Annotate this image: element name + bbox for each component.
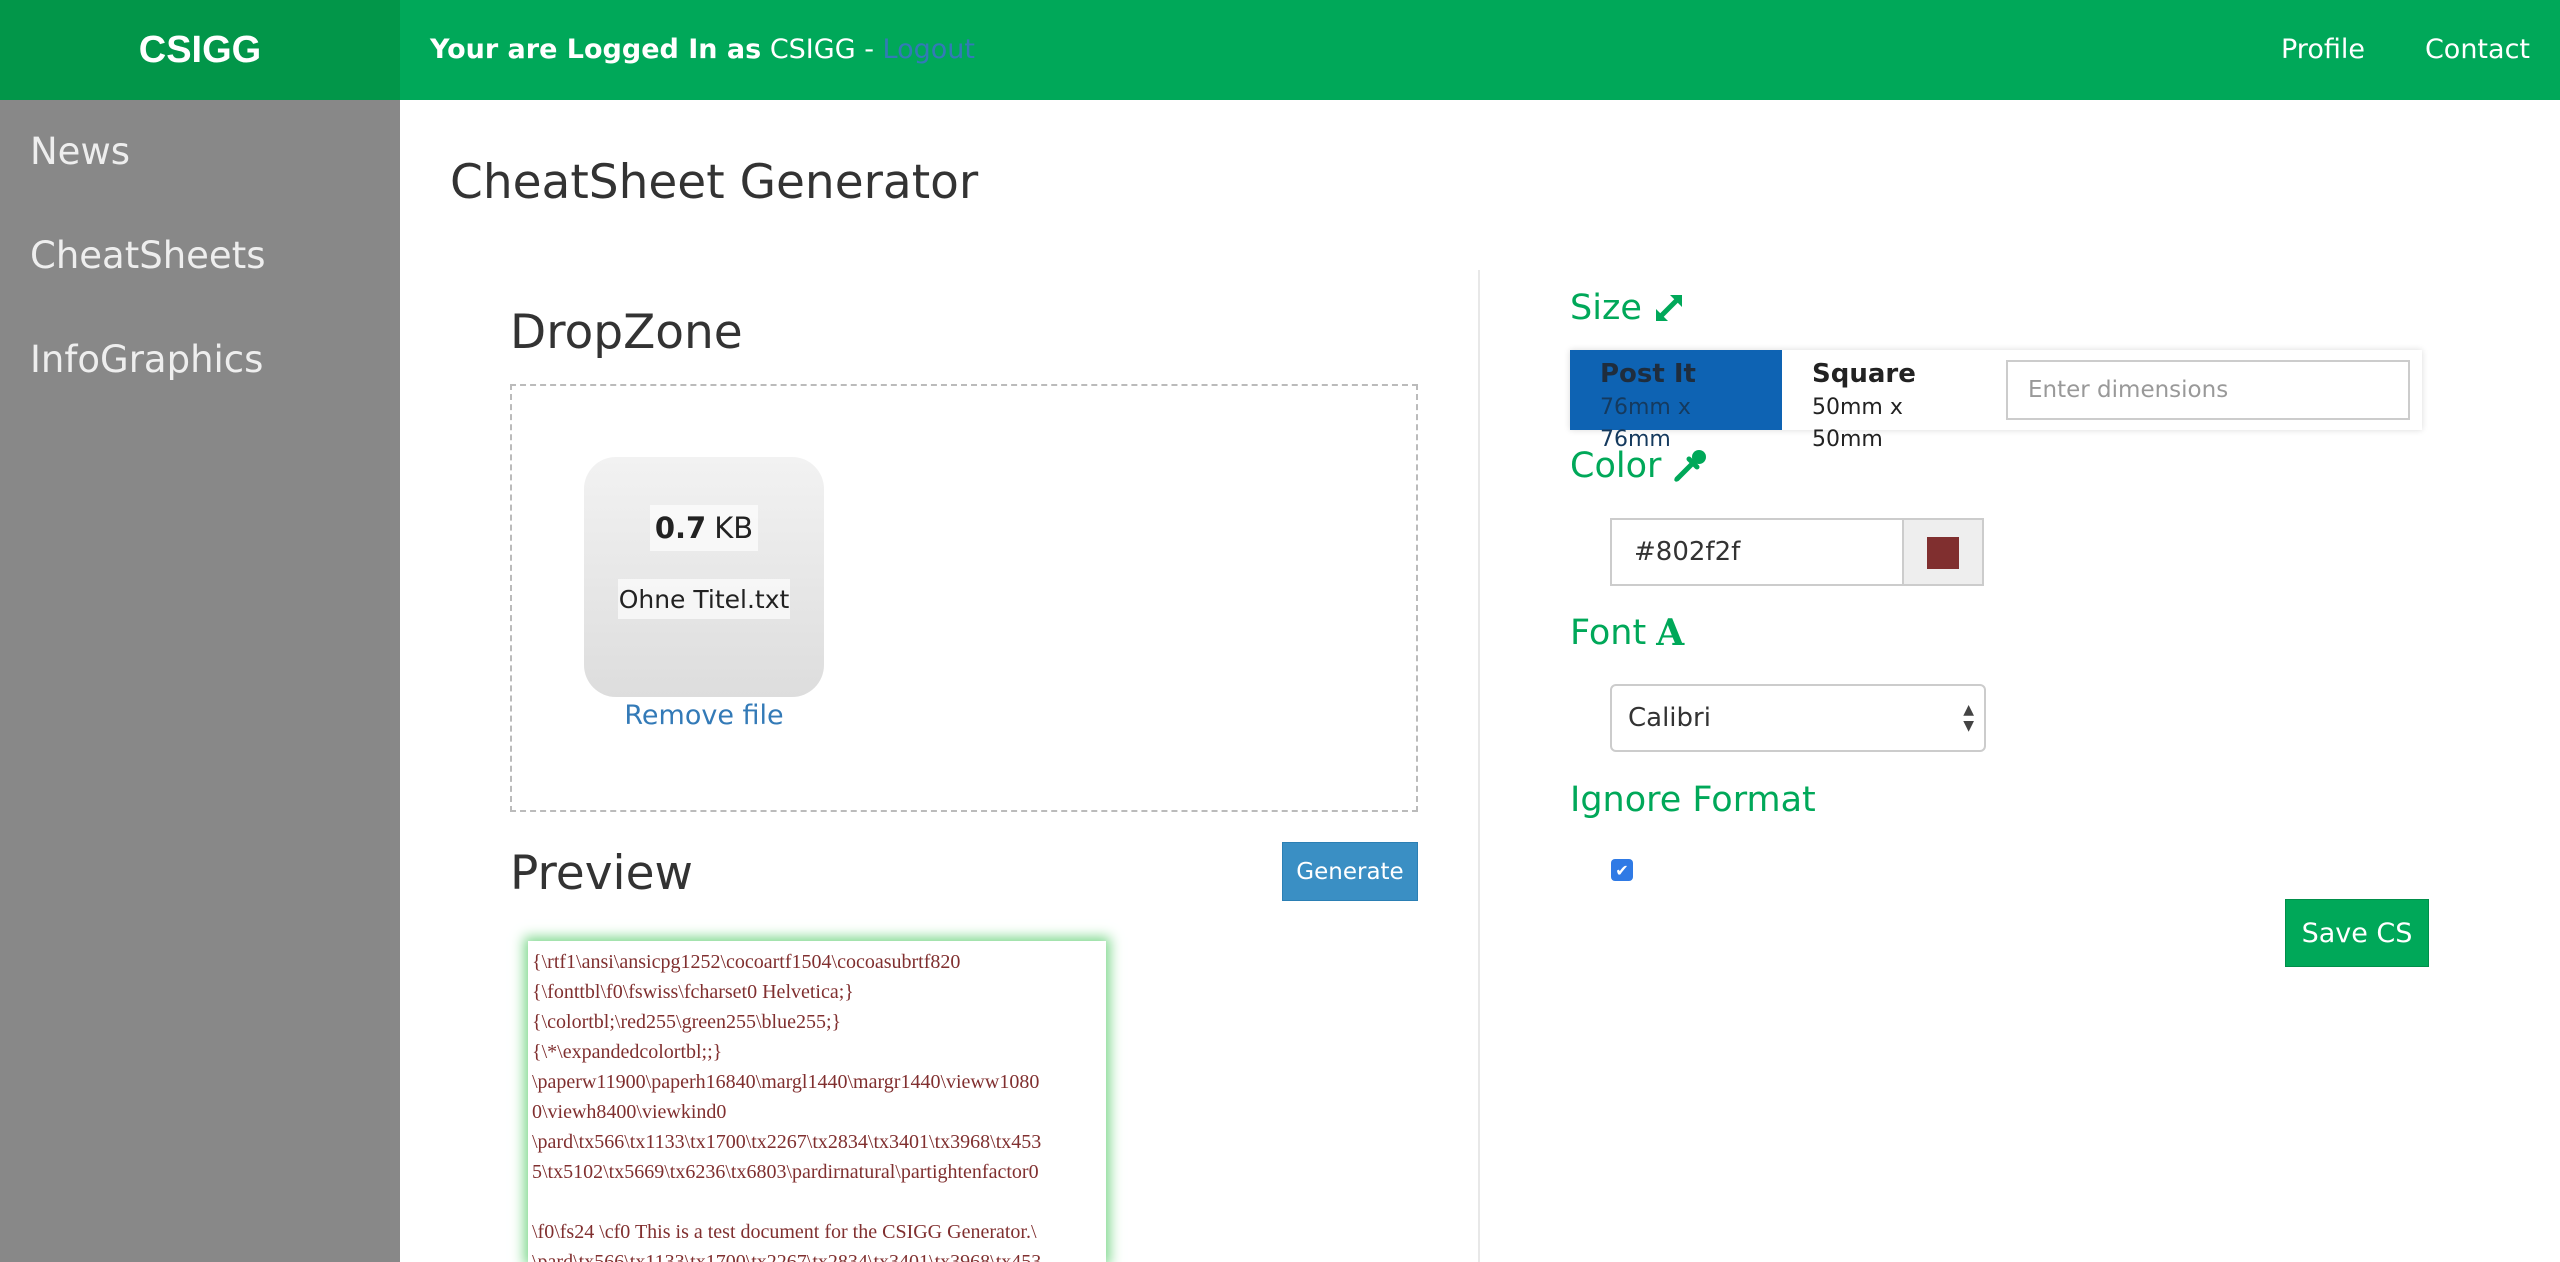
font-label-text: Font: [1570, 613, 1647, 653]
preview-box: {\rtf1\ansi\ansicpg1252\cocoartf1504\coc…: [528, 941, 1106, 1262]
color-picker-button[interactable]: [1902, 518, 1984, 586]
eyedropper-icon: [1674, 450, 1707, 483]
size-label-text: Size: [1570, 288, 1642, 328]
file-preview-card: [584, 457, 824, 697]
login-status: Your are Logged In as CSIGG - Logout: [430, 30, 975, 70]
preview-line: \f0\fs24 \cf0 This is a test document fo…: [532, 1221, 1037, 1243]
preview-line: \paperw11900\paperh16840\margl1440\margr…: [532, 1071, 1040, 1093]
preview-line: {\rtf1\ansi\ansicpg1252\cocoartf1504\coc…: [532, 951, 961, 973]
logout-link[interactable]: Logout: [883, 34, 975, 65]
generate-button[interactable]: Generate: [1282, 842, 1418, 901]
ignore-format-checkbox[interactable]: ✔: [1611, 859, 1633, 881]
color-hex-input[interactable]: #802f2f: [1610, 518, 1902, 586]
size-option-title: Post It: [1600, 359, 1696, 389]
color-label: Color: [1570, 446, 1709, 486]
save-cs-button[interactable]: Save CS: [2285, 899, 2429, 967]
font-select[interactable]: Calibri ▲ ▼: [1610, 684, 1986, 752]
dropzone-heading: DropZone: [510, 305, 743, 360]
font-icon: A: [1656, 612, 1685, 654]
color-label-text: Color: [1570, 446, 1662, 486]
expand-arrows-icon: [1655, 295, 1682, 321]
color-swatch: [1927, 537, 1959, 569]
preview-line: 0\viewh8400\viewkind0: [532, 1101, 727, 1123]
font-label: Font A: [1570, 612, 1684, 654]
top-nav-links: Profile Contact: [2281, 30, 2530, 70]
ignore-format-label-text: Ignore Format: [1570, 780, 1816, 820]
preview-line: \pard\tx566\tx1133\tx1700\tx2267\tx2834\…: [532, 1251, 1042, 1262]
file-size-unit: KB: [714, 511, 754, 545]
sidebar-item-cheatsheets[interactable]: CheatSheets: [30, 234, 265, 277]
column-divider: [1478, 270, 1480, 1262]
remove-file-link[interactable]: Remove file: [584, 700, 824, 731]
file-size: 0.7 KB: [650, 505, 758, 551]
sidebar: News CheatSheets InfoGraphics: [0, 100, 400, 1262]
page-title: CheatSheet Generator: [450, 155, 979, 210]
ignore-format-label: Ignore Format: [1570, 780, 1816, 820]
file-name: Ohne Titel.txt: [618, 579, 790, 619]
username: CSIGG -: [769, 34, 874, 65]
preview-line: {\*\expandedcolortbl;;}: [532, 1041, 723, 1063]
preview-line: {\colortbl;\red255\green255\blue255;}: [532, 1011, 842, 1033]
login-status-prefix: Your are Logged In as: [430, 34, 762, 65]
checkmark-icon: ✔: [1615, 860, 1629, 880]
preview-line: [532, 1187, 1102, 1217]
size-label: Size: [1570, 288, 1686, 328]
size-option-post-it[interactable]: Post It 76mm x 76mm: [1570, 350, 1782, 452]
preview-line: 5\tx5102\tx5669\tx6236\tx6803\pardirnatu…: [532, 1161, 1039, 1183]
preview-line: {\fonttbl\f0\fswiss\fcharset0 Helvetica;…: [532, 981, 854, 1003]
size-option-title: Square: [1812, 359, 1916, 389]
preview-line: \pard\tx566\tx1133\tx1700\tx2267\tx2834\…: [532, 1131, 1042, 1153]
dimensions-input[interactable]: Enter dimensions: [2006, 360, 2410, 420]
file-size-value: 0.7: [654, 511, 707, 545]
nav-profile-link[interactable]: Profile: [2281, 30, 2365, 70]
brand-logo[interactable]: CSIGG: [0, 0, 400, 100]
sidebar-item-news[interactable]: News: [30, 130, 130, 173]
size-option-square[interactable]: Square 50mm x 50mm: [1782, 350, 1988, 452]
font-select-value: Calibri: [1628, 703, 1711, 733]
select-arrows-icon: ▲ ▼: [1963, 702, 1974, 734]
top-navbar: CSIGG Your are Logged In as CSIGG - Logo…: [0, 0, 2560, 100]
preview-heading: Preview: [510, 846, 693, 901]
nav-contact-link[interactable]: Contact: [2425, 30, 2530, 70]
size-option-dims: 50mm x 50mm: [1812, 395, 1903, 452]
sidebar-item-infographics[interactable]: InfoGraphics: [30, 338, 263, 381]
